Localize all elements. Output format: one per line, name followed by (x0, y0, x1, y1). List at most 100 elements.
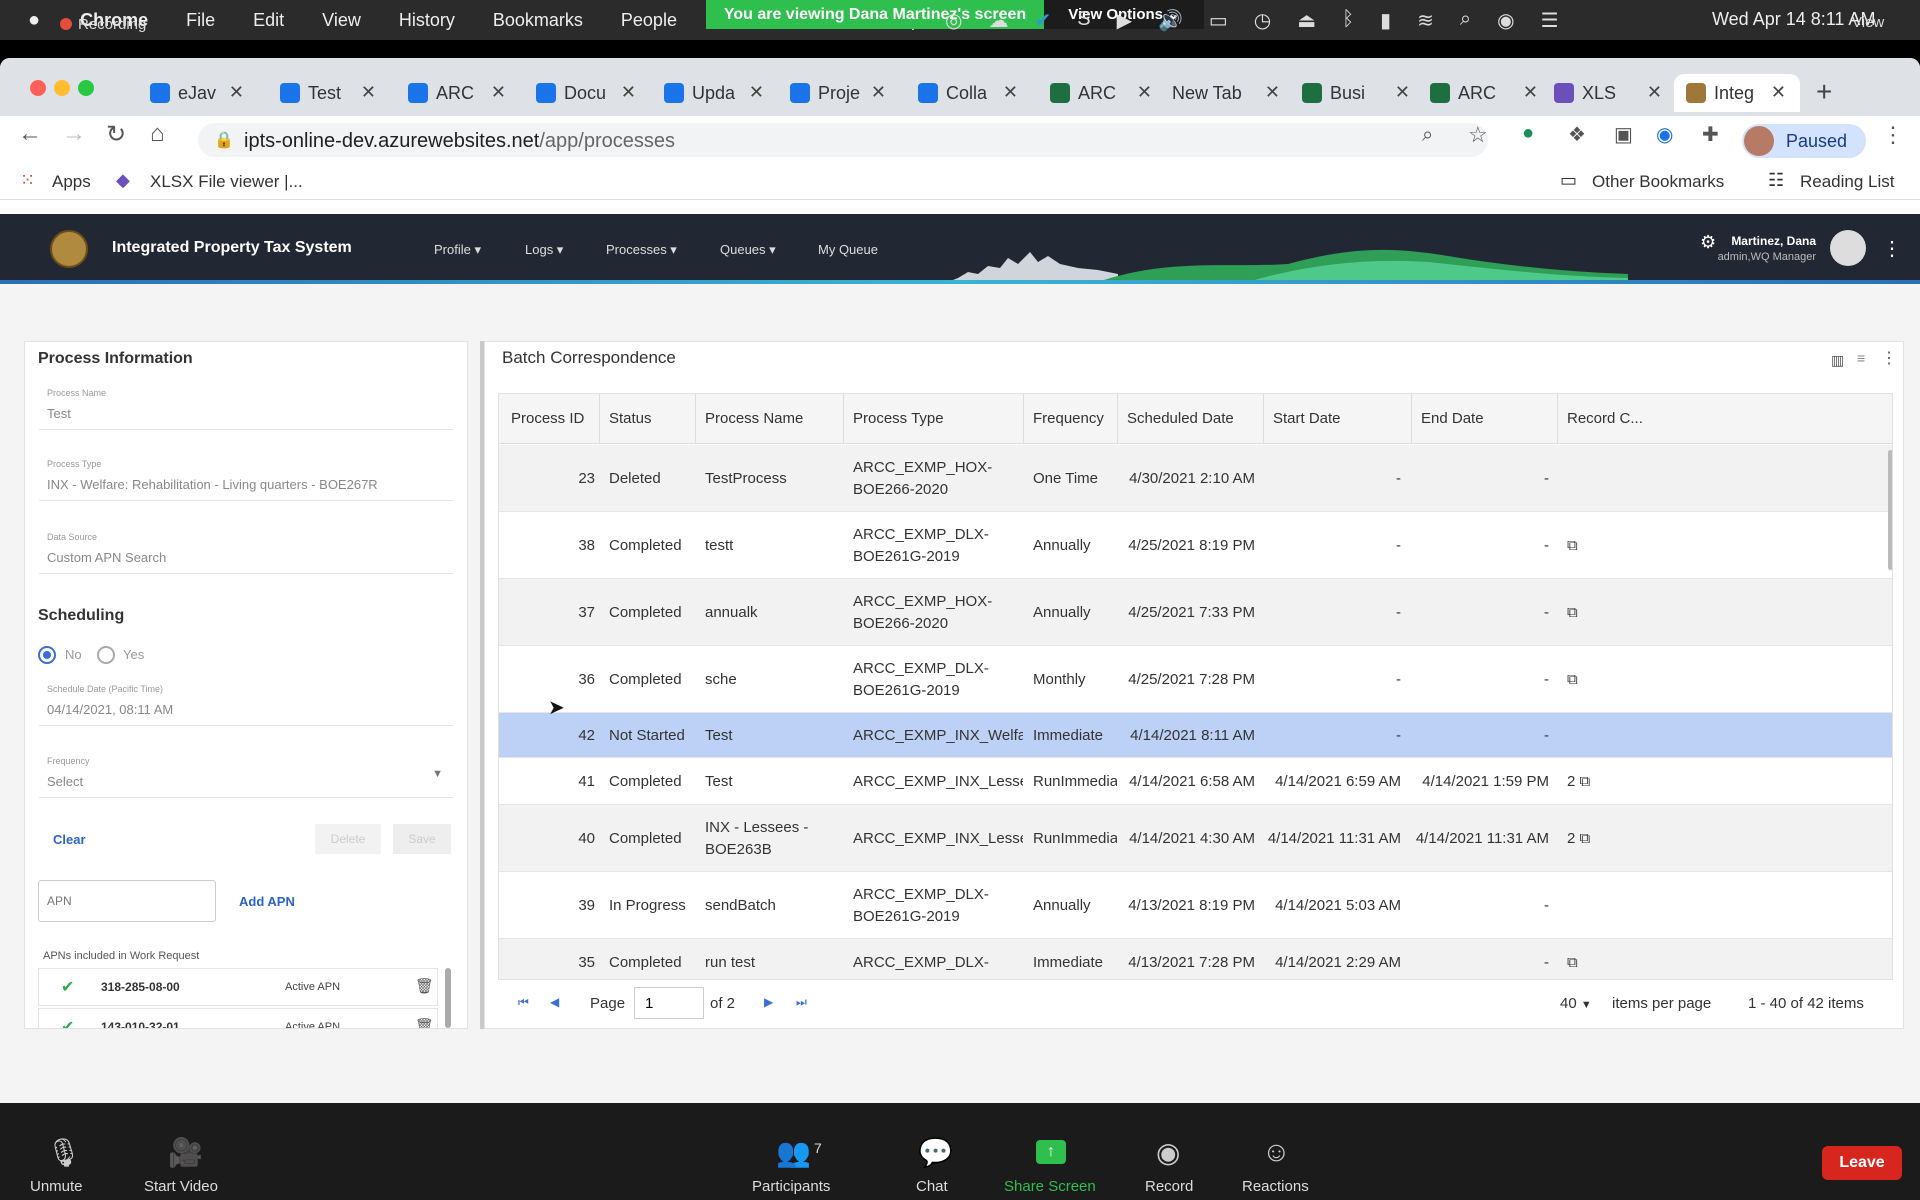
share-screen-icon[interactable]: ↑ (1036, 1140, 1066, 1164)
column-header-process-type[interactable]: Process Type (853, 410, 944, 427)
search-icon[interactable]: ⌕ (1460, 8, 1471, 33)
table-row[interactable]: 37 Completed annualk ARCC_EXMP_HOX- BOE266-… (499, 579, 1892, 646)
browser-tab[interactable]: Colla ✕ (906, 74, 1032, 112)
filter-icon[interactable]: ≡ (1857, 350, 1865, 366)
column-divider[interactable] (1411, 394, 1412, 444)
page-input[interactable] (634, 987, 704, 1019)
reactions-icon[interactable]: ☺ (1262, 1136, 1291, 1168)
browser-tab[interactable]: ARC ✕ (1418, 74, 1552, 112)
zoom-icon[interactable]: ⌕ (1422, 124, 1433, 147)
browser-tab[interactable]: Docu ✕ (524, 74, 650, 112)
column-header-frequency[interactable]: Frequency (1033, 410, 1104, 427)
close-window-icon[interactable] (30, 80, 46, 96)
trash-icon[interactable]: 🗑 (415, 977, 434, 995)
column-divider[interactable] (695, 394, 696, 444)
bookmark-reading-list[interactable]: Reading List (1800, 172, 1895, 192)
browser-tab[interactable]: eJav ✕ (138, 74, 258, 112)
apple-icon[interactable]: ● (28, 9, 40, 32)
nav-queues[interactable]: Queues ▾ (720, 242, 776, 258)
tab-close-icon[interactable]: ✕ (229, 82, 244, 103)
participants-button[interactable]: Participants (752, 1178, 830, 1195)
mic-muted-icon[interactable]: 🎙 (46, 1136, 82, 1169)
browser-tab[interactable]: Proje ✕ (778, 74, 900, 112)
browser-tab[interactable]: Upda ✕ (652, 74, 778, 112)
chat-icon[interactable]: 💬 (918, 1136, 953, 1169)
bluetooth-icon[interactable]: ᛒ (1342, 8, 1354, 33)
leave-button[interactable]: Leave (1822, 1146, 1902, 1180)
column-divider[interactable] (1023, 394, 1024, 444)
radio-yes[interactable] (97, 646, 115, 664)
forward-icon[interactable]: → (62, 120, 86, 148)
per-page-select[interactable]: 40 ▼ (1560, 995, 1592, 1012)
nav-profile[interactable]: Profile ▾ (434, 242, 481, 258)
delete-button[interactable]: Delete (315, 824, 381, 854)
menu-file[interactable]: File (186, 10, 215, 31)
column-header-record-count[interactable]: Record C... (1567, 410, 1643, 427)
table-row[interactable]: 39 In Progress sendBatch ARCC_EXMP_DLX- BOE… (499, 872, 1892, 939)
column-divider[interactable] (599, 394, 600, 444)
menu-view[interactable]: View (322, 10, 361, 31)
nav-processes[interactable]: Processes ▾ (606, 242, 677, 258)
s-icon[interactable]: S (1077, 8, 1090, 33)
table-row[interactable]: 40 Completed INX - Lessees - BOE263B ARCC_E… (499, 805, 1892, 872)
puzzle-icon[interactable]: ✚ (1702, 122, 1719, 147)
browser-tab[interactable]: Integ ✕ (1674, 74, 1800, 112)
frequency-select[interactable]: Frequency Select ▼ (39, 750, 453, 798)
nav-my-queue[interactable]: My Queue (818, 242, 878, 257)
user-icon[interactable]: ◉ (1497, 8, 1514, 33)
play-icon[interactable]: ▶ (1117, 8, 1132, 33)
menu-edit[interactable]: Edit (253, 10, 284, 31)
tab-close-icon[interactable]: ✕ (1771, 82, 1786, 103)
extension-gray-icon[interactable]: ▣ (1614, 122, 1633, 147)
schedule-date-field[interactable]: Schedule Date (Pacific Time) 04/14/2021, … (39, 678, 453, 726)
extension-blue-icon[interactable]: ◉ (1656, 122, 1673, 147)
cell-record-count[interactable]: 2 ⧉ (1567, 771, 1590, 793)
tab-close-icon[interactable]: ✕ (1137, 82, 1152, 103)
grid-menu-icon[interactable]: ⋮ (1881, 348, 1897, 368)
cloud-icon[interactable]: ☁ (988, 8, 1008, 33)
next-page-icon[interactable]: ▶ (764, 995, 773, 1009)
browser-tab[interactable]: New Tab ✕ (1160, 74, 1294, 112)
chrome-menu-icon[interactable]: ⋮ (1882, 122, 1904, 148)
clear-button[interactable]: Clear (53, 832, 86, 847)
tab-close-icon[interactable]: ✕ (871, 82, 886, 103)
new-tab-button[interactable]: + (1816, 76, 1832, 108)
browser-tab[interactable]: Busi ✕ (1290, 74, 1424, 112)
browser-tab[interactable]: ARC ✕ (396, 74, 520, 112)
bookmark-star-icon[interactable]: ☆ (1468, 122, 1488, 148)
battery-icon[interactable]: ▮ (1380, 8, 1391, 33)
process-name-field[interactable]: Process Name Test (39, 382, 453, 430)
menu-bookmarks[interactable]: Bookmarks (493, 10, 583, 31)
bookmark-apps[interactable]: Apps (52, 172, 91, 192)
cell-record-count[interactable]: 2 ⧉ (1567, 828, 1590, 850)
add-apn-button[interactable]: Add APN (239, 894, 295, 909)
column-divider[interactable] (1263, 394, 1264, 444)
app-menu-icon[interactable]: ⋮ (1882, 236, 1902, 261)
radio-no[interactable] (38, 646, 56, 664)
bookmark-other[interactable]: Other Bookmarks (1592, 172, 1724, 192)
url-text[interactable]: ipts-online-dev.azurewebsites.net/app/pr… (244, 130, 675, 153)
start-video-button[interactable]: Start Video (144, 1178, 218, 1195)
column-header-process-name[interactable]: Process Name (705, 410, 803, 427)
apps-icon[interactable]: ⁙ (20, 170, 35, 191)
cell-record-count[interactable]: ⧉ (1567, 535, 1578, 557)
participants-icon[interactable]: 👥 (776, 1136, 811, 1169)
video-off-icon[interactable]: 🎥 (168, 1136, 203, 1169)
table-row[interactable]: 35 Completed run test ARCC_EXMP_DLX- Immedia… (499, 939, 1892, 979)
process-type-field[interactable]: Process Type INX - Welfare: Rehabilitatio… (39, 453, 453, 501)
cell-record-count[interactable]: ⧉ (1567, 602, 1578, 624)
dropbox-icon[interactable]: ❖ (1568, 122, 1586, 147)
prev-page-icon[interactable]: ◀ (550, 995, 559, 1009)
zoom-view-button[interactable]: View (1852, 14, 1884, 31)
back-icon[interactable]: ← (18, 120, 42, 148)
volume-icon[interactable]: 🔊 (1158, 8, 1183, 33)
display-icon[interactable]: ▭ (1209, 8, 1228, 33)
tab-close-icon[interactable]: ✕ (1523, 82, 1538, 103)
cell-record-count[interactable]: ⧉ (1567, 669, 1578, 691)
nav-logs[interactable]: Logs ▾ (525, 242, 563, 258)
column-header-scheduled-date[interactable]: Scheduled Date (1127, 410, 1234, 427)
column-divider[interactable] (1117, 394, 1118, 444)
bookmark-xlsx-viewer[interactable]: XLSX File viewer |... (150, 172, 303, 192)
tab-close-icon[interactable]: ✕ (1647, 82, 1662, 103)
first-page-icon[interactable]: ⏮ (518, 995, 529, 1010)
